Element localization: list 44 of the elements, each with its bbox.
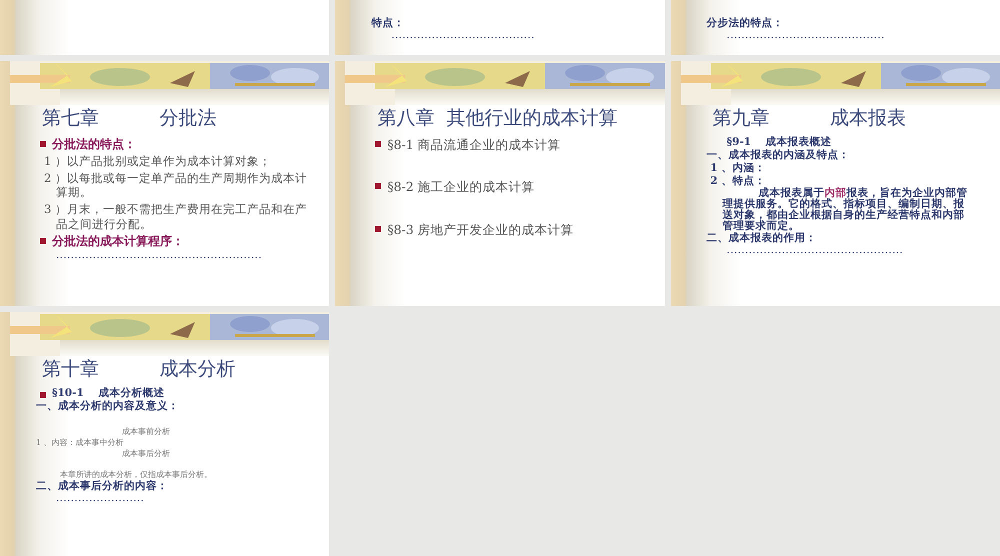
bullet-heading: 分批法的成本计算程序： [52,233,184,250]
dotted-line: ....................................... [391,30,536,41]
diagram-text: 成本事后分析 [121,448,170,460]
section-heading: 一、成本分析的内容及意义： [36,400,180,414]
dotted-line: ........................................................ [56,250,264,262]
bullet-text: §8-2 施工企业的成本计算 [387,178,535,196]
section-heading: 分步法的特点： [706,16,785,30]
bullet-icon [375,183,382,190]
dotted-line: ........................ [56,493,146,504]
bullet-icon [375,140,382,147]
slide-title: 第九章 成本报表 [712,107,908,130]
section-heading: §10-1 成本分析概述 [52,386,164,400]
list-item: 3 ）月末，一般不需把生产费用在完工产品和在产品之间进行分配。 [43,202,308,232]
bullet-icon [375,226,382,232]
section-heading: 1 、内涵： [709,162,766,175]
section-heading: §9-1 成本报表概述 [726,136,833,149]
section-heading: 一、成本报表的内涵及特点： [706,148,851,162]
bullet-icon [40,392,46,398]
slide-title: 第七章 分批法 [42,107,218,130]
section-heading: 特点： [371,16,406,30]
paragraph: 成本报表属于内部报表，旨在为企业内部管理提供服务。它的格式、指标项目、编制日期、报送对象，都由企业根据自身的生产经营特点和内部管理要求而定。 [722,188,969,232]
slide-title: 第八章 其他行业的成本计算 [377,107,618,130]
dotted-line: ........................................... [726,30,886,41]
list-item: 2 ）以每批或每一定单产品的生产周期作为成本计算期。 [43,170,308,200]
bullet-heading: 分批法的特点： [52,136,136,153]
slide[interactable]: 特点： ....................................... [335,0,665,55]
bullet-icon [40,140,46,147]
note-text: 本章所讲的成本分析，仅指成本事后分析。 [60,469,213,480]
slide-title: 第十章 成本分析 [42,358,236,381]
slide[interactable]: 第八章 其他行业的成本计算 §8-1 商品流通企业的成本计算 §8-2 施工企业的成本计算 §8-3 房地产开发企业的成本计算 [335,61,665,306]
dotted-line: ................................................ [726,245,904,256]
slide[interactable]: 第九章 成本报表 §9-1 成本报表概述 一、成本报表的内涵及特点： 1 、内涵： 2 、特点： 成本报表属于内部报表，旨在为企业内部管理提供服务。它的格式、指标项目、编制日期、报送对象，都由企业根据自身的生产经营特点和内部管理要求而定。 二、成本报表的作用： ................................................ [670,61,1000,306]
section-heading: 二、成本事后分析的内容： [36,480,169,494]
list-item: 1 ）以产品批别或定单作为成本计算对象； [43,154,272,169]
section-heading: 2 、特点： [709,175,766,188]
bullet-icon [40,238,46,244]
bullet-text: §8-1 商品流通企业的成本计算 [387,136,561,154]
slide[interactable]: 第十章 成本分析 §10-1 成本分析概述 一、成本分析的内容及意义： 成本事前分析 1 、内容：成本事中分析 成本事后分析 本章所讲的成本分析，仅指成本事后分析。 二、成本事后分析的内容： ........................ [0,312,330,556]
diagram-text: 成本事前分析 [121,426,170,437]
slide[interactable]: 分步法的特点： ........................................... [670,0,1000,55]
bullet-text: §8-3 房地产开发企业的成本计算 [387,220,574,238]
slide[interactable]: 第七章 分批法 分批法的特点： 1 ）以产品批别或定单作为成本计算对象； 2 ）以每批或每一定单产品的生产周期作为成本计算期。 3 ）月末，一般不需把生产费用在完工产品和在产品之间进行分配。 分批法的成本计算程序： ........................................................ [0,61,330,306]
diagram-label: 1 、内容：成本事中分析 [36,436,124,448]
section-heading: 二、成本报表的作用： [706,232,818,246]
